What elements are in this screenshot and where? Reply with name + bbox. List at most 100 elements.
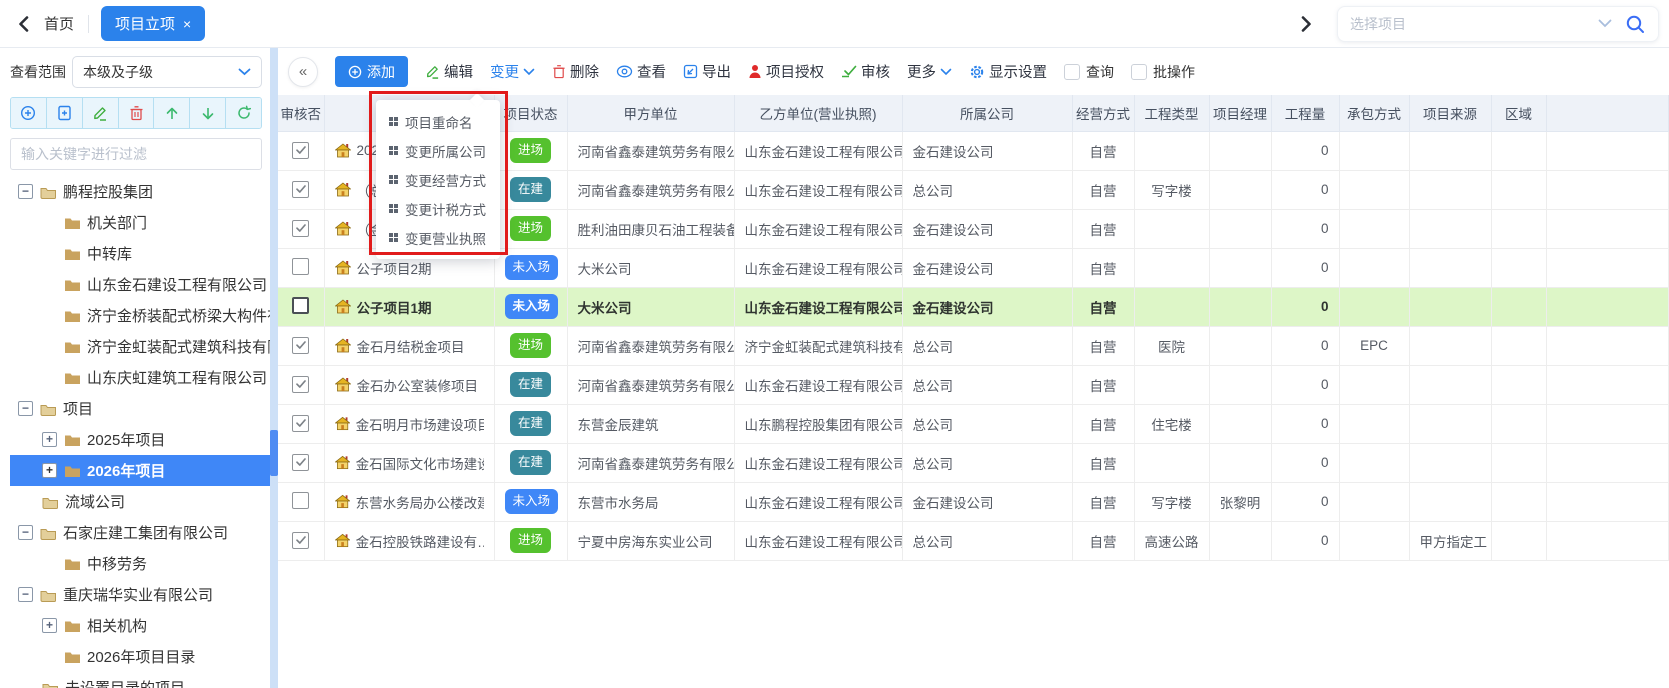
status-badge[interactable]: 进场	[510, 138, 551, 163]
tree-item[interactable]: +2026年项目	[10, 455, 270, 486]
view-button[interactable]: 查看	[616, 61, 666, 82]
status-badge[interactable]: 进场	[510, 216, 551, 241]
checkbox-icon[interactable]	[1064, 64, 1080, 80]
tree-item[interactable]: −石家庄建工集团有限公司	[10, 517, 270, 548]
export-button[interactable]: 导出	[683, 61, 731, 82]
tree-filter-input[interactable]: 输入关键字进行过滤	[10, 138, 262, 170]
row-checkbox[interactable]	[292, 258, 309, 275]
column-header-source[interactable]: 项目来源	[1409, 95, 1491, 131]
row-checkbox[interactable]	[292, 337, 309, 354]
tab-close-icon[interactable]: ×	[183, 17, 191, 31]
sidebar-scrollbar[interactable]	[270, 48, 278, 688]
query-checkbox[interactable]: 查询	[1064, 62, 1114, 82]
tree-item[interactable]: 机关部门	[10, 207, 270, 238]
display-settings-button[interactable]: 显示设置	[969, 61, 1047, 82]
delete-button[interactable]: 删除	[552, 61, 599, 82]
project-authorize-button[interactable]: 项目授权	[748, 61, 824, 82]
audit-button[interactable]: 审核	[841, 61, 890, 82]
column-header-party_b[interactable]: 乙方单位(营业执照)	[734, 95, 902, 131]
tree-item[interactable]: 2026年项目目录	[10, 641, 270, 672]
table-row[interactable]: 金石月结税金项目进场河南省鑫泰建筑劳务有限公济宁金虹装配式建筑科技有总公司自营医…	[278, 326, 1669, 365]
back-icon[interactable]	[10, 11, 36, 37]
checkbox-icon[interactable]	[1131, 64, 1147, 80]
column-header-check[interactable]: 审核否	[278, 95, 324, 131]
tree-item[interactable]: 中转库	[10, 238, 270, 269]
status-badge[interactable]: 未入场	[505, 489, 559, 514]
collapse-sidebar-button[interactable]: «	[288, 57, 318, 87]
row-checkbox[interactable]	[292, 181, 309, 198]
column-header-status[interactable]: 项目状态	[494, 95, 567, 131]
batch-checkbox[interactable]: 批操作	[1131, 62, 1195, 82]
collapse-icon[interactable]: −	[18, 184, 33, 199]
status-badge[interactable]: 在建	[510, 450, 551, 475]
expand-icon[interactable]: +	[42, 618, 57, 633]
status-badge[interactable]: 未入场	[505, 255, 559, 280]
column-header-manager[interactable]: 项目经理	[1209, 95, 1271, 131]
scrollbar-thumb[interactable]	[270, 430, 278, 476]
status-badge[interactable]: 未入场	[505, 294, 559, 319]
collapse-icon[interactable]: −	[18, 525, 33, 540]
scope-select[interactable]: 本级及子级	[72, 56, 262, 88]
table-row[interactable]: 东营水务局办公楼改建未入场东营市水务局山东金石建设工程有限公司金石建设公司自营写…	[278, 482, 1669, 521]
column-header-quantity[interactable]: 工程量	[1271, 95, 1339, 131]
tab-project-initiation[interactable]: 项目立项 ×	[101, 6, 205, 41]
change-button[interactable]: 变更	[490, 61, 535, 82]
table-row[interactable]: 金石控股铁路建设有…进场宁夏中房海东实业公司山东金石建设工程有限公司总公司自营高…	[278, 521, 1669, 560]
project-select-input[interactable]: 选择项目	[1337, 6, 1659, 42]
column-header-party_a[interactable]: 甲方单位	[567, 95, 734, 131]
collapse-icon[interactable]: −	[18, 401, 33, 416]
row-checkbox[interactable]	[292, 297, 309, 314]
tree-refresh-button[interactable]	[226, 98, 261, 128]
tree-item[interactable]: +相关机构	[10, 610, 270, 641]
tree-item[interactable]: 济宁金桥装配式桥梁大构件有限公司	[10, 300, 270, 331]
tree-add-button[interactable]	[11, 98, 47, 128]
row-checkbox[interactable]	[292, 415, 309, 432]
status-badge[interactable]: 进场	[510, 333, 551, 358]
tree-item[interactable]: 流域公司	[10, 486, 270, 517]
table-row[interactable]: 公子项目1期未入场大米公司山东金石建设工程有限公司金石建设公司自营0	[278, 287, 1669, 326]
status-badge[interactable]: 在建	[510, 177, 551, 202]
tree-item[interactable]: −重庆瑞华实业有限公司	[10, 579, 270, 610]
row-checkbox[interactable]	[292, 532, 309, 549]
row-checkbox[interactable]	[292, 142, 309, 159]
tree-item[interactable]: 山东庆虹建筑工程有限公司	[10, 362, 270, 393]
add-button[interactable]: 添加	[335, 56, 408, 87]
status-badge[interactable]: 进场	[510, 528, 551, 553]
collapse-icon[interactable]: −	[18, 587, 33, 602]
tree-move-down-button[interactable]	[190, 98, 226, 128]
tree-add-child-button[interactable]	[47, 98, 83, 128]
row-checkbox[interactable]	[292, 454, 309, 471]
row-checkbox[interactable]	[292, 376, 309, 393]
tree-item[interactable]: +2025年项目	[10, 424, 270, 455]
tree-delete-button[interactable]	[119, 98, 155, 128]
tree-item[interactable]: 未设置目录的项目	[10, 672, 270, 688]
menu-item-变更营业执照[interactable]: 变更营业执照	[376, 223, 500, 252]
menu-item-变更所属公司[interactable]: 变更所属公司	[376, 136, 500, 165]
column-header-operation[interactable]: 经营方式	[1072, 95, 1134, 131]
more-button[interactable]: 更多	[907, 61, 952, 82]
search-icon[interactable]	[1624, 13, 1646, 35]
column-header-company[interactable]: 所属公司	[902, 95, 1072, 131]
forward-icon[interactable]	[1293, 11, 1319, 37]
status-badge[interactable]: 在建	[510, 372, 551, 397]
status-badge[interactable]: 在建	[510, 411, 551, 436]
menu-item-项目重命名[interactable]: 项目重命名	[376, 107, 500, 136]
row-checkbox[interactable]	[292, 492, 309, 509]
column-header-contract[interactable]: 承包方式	[1339, 95, 1409, 131]
tree-move-up-button[interactable]	[154, 98, 190, 128]
tree-item[interactable]: 山东金石建设工程有限公司	[10, 269, 270, 300]
tab-home[interactable]: 首页	[44, 13, 74, 34]
expand-icon[interactable]: +	[42, 432, 57, 447]
tree-item[interactable]: −鹏程控股集团	[10, 176, 270, 207]
tree-edit-button[interactable]	[83, 98, 119, 128]
table-row[interactable]: 金石明月市场建设项目在建东营金辰建筑山东鹏程控股集团有限公司总公司自营住宅楼0	[278, 404, 1669, 443]
expand-icon[interactable]: +	[42, 463, 57, 478]
tree-item[interactable]: 中移劳务	[10, 548, 270, 579]
menu-item-变更经营方式[interactable]: 变更经营方式	[376, 165, 500, 194]
tree-item[interactable]: 济宁金虹装配式建筑科技有限公司	[10, 331, 270, 362]
table-row[interactable]: 金石办公室装修项目在建河南省鑫泰建筑劳务有限公山东金石建设工程有限公司总公司自营…	[278, 365, 1669, 404]
tree-item[interactable]: −项目	[10, 393, 270, 424]
table-row[interactable]: 金石国际文化市场建设在建河南省鑫泰建筑劳务有限公山东金石建设工程有限公司总公司自…	[278, 443, 1669, 482]
menu-item-变更计税方式[interactable]: 变更计税方式	[376, 194, 500, 223]
column-header-type[interactable]: 工程类型	[1134, 95, 1209, 131]
